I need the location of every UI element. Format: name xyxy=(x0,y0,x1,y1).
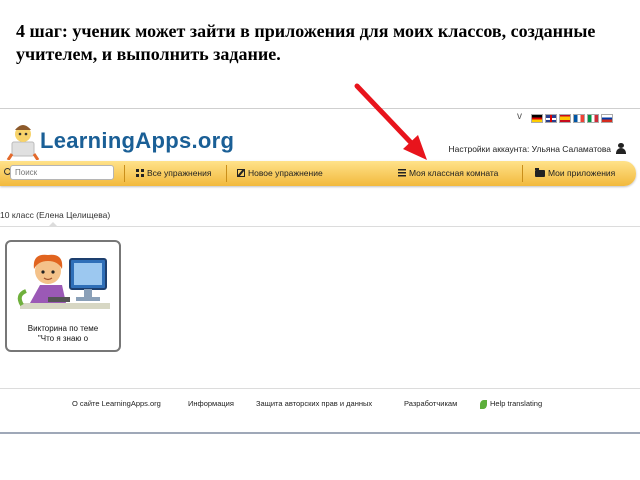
student-computer-icon xyxy=(17,254,110,309)
footer-privacy-link[interactable]: Защита авторских прав и данных xyxy=(256,399,372,408)
logo-mascot-icon xyxy=(6,125,40,161)
main-toolbar: Все упражнения Новое упражнение Моя клас… xyxy=(0,161,636,186)
site-logo[interactable]: LearningApps.org xyxy=(6,116,234,162)
footer-bottom-border xyxy=(0,432,640,434)
app-card-label: Викторина по теме "Что я знаю о xyxy=(27,324,99,343)
my-apps-link[interactable]: Мои приложения xyxy=(535,167,616,178)
edit-icon xyxy=(237,169,245,177)
new-exercise-link[interactable]: Новое упражнение xyxy=(237,168,323,178)
leaf-icon xyxy=(480,399,487,409)
my-apps-label: Мои приложения xyxy=(548,168,616,178)
class-divider xyxy=(0,226,640,227)
account-settings-label: Настройки аккаунта: Ульяна Саламатова xyxy=(448,143,611,154)
class-divider-notch xyxy=(48,222,58,227)
flag-es-icon[interactable] xyxy=(559,114,571,123)
app-card[interactable]: Викторина по теме "Что я знаю о xyxy=(5,240,121,352)
footer-info-link[interactable]: Информация xyxy=(188,399,234,408)
footer: О сайте LearningApps.org Информация Защи… xyxy=(0,399,640,411)
class-name: 10 класс (Елена Целищева) xyxy=(0,210,111,220)
search-input[interactable] xyxy=(10,165,114,180)
toolbar-divider xyxy=(124,165,125,182)
footer-help-label: Help translating xyxy=(490,399,543,408)
footer-about-link[interactable]: О сайте LearningApps.org xyxy=(72,399,161,408)
new-exercise-label: Новое упражнение xyxy=(248,168,323,178)
learningapps-screenshot: LearningApps.org v Настройки аккаунта: У… xyxy=(0,108,640,438)
logo-text: LearningApps.org xyxy=(40,128,235,153)
footer-help-translating-link[interactable]: Help translating xyxy=(480,399,542,409)
grid-icon xyxy=(136,169,144,177)
toolbar-divider xyxy=(226,165,227,182)
account-settings[interactable]: Настройки аккаунта: Ульяна Саламатова xyxy=(448,143,626,154)
footer-divider xyxy=(0,388,640,389)
language-chevron-icon[interactable]: v xyxy=(517,111,522,122)
language-flags xyxy=(531,114,613,123)
flag-gb-icon[interactable] xyxy=(545,114,557,123)
all-exercises-link[interactable]: Все упражнения xyxy=(136,168,211,178)
flag-fr-icon[interactable] xyxy=(573,114,585,123)
slide-title: 4 шаг: ученик может зайти в приложения д… xyxy=(16,21,596,64)
all-exercises-label: Все упражнения xyxy=(147,168,212,178)
flag-ru-icon[interactable] xyxy=(601,114,613,123)
my-classroom-link[interactable]: Моя классная комната xyxy=(398,168,498,178)
my-classroom-label: Моя классная комната xyxy=(409,168,499,178)
flag-it-icon[interactable] xyxy=(587,114,599,123)
list-icon xyxy=(398,169,406,177)
folder-icon xyxy=(535,167,545,177)
top-border xyxy=(0,108,640,109)
toolbar-divider xyxy=(522,165,523,182)
user-icon xyxy=(616,143,626,154)
flag-de-icon[interactable] xyxy=(531,114,543,123)
footer-developers-link[interactable]: Разработчикам xyxy=(404,399,457,408)
